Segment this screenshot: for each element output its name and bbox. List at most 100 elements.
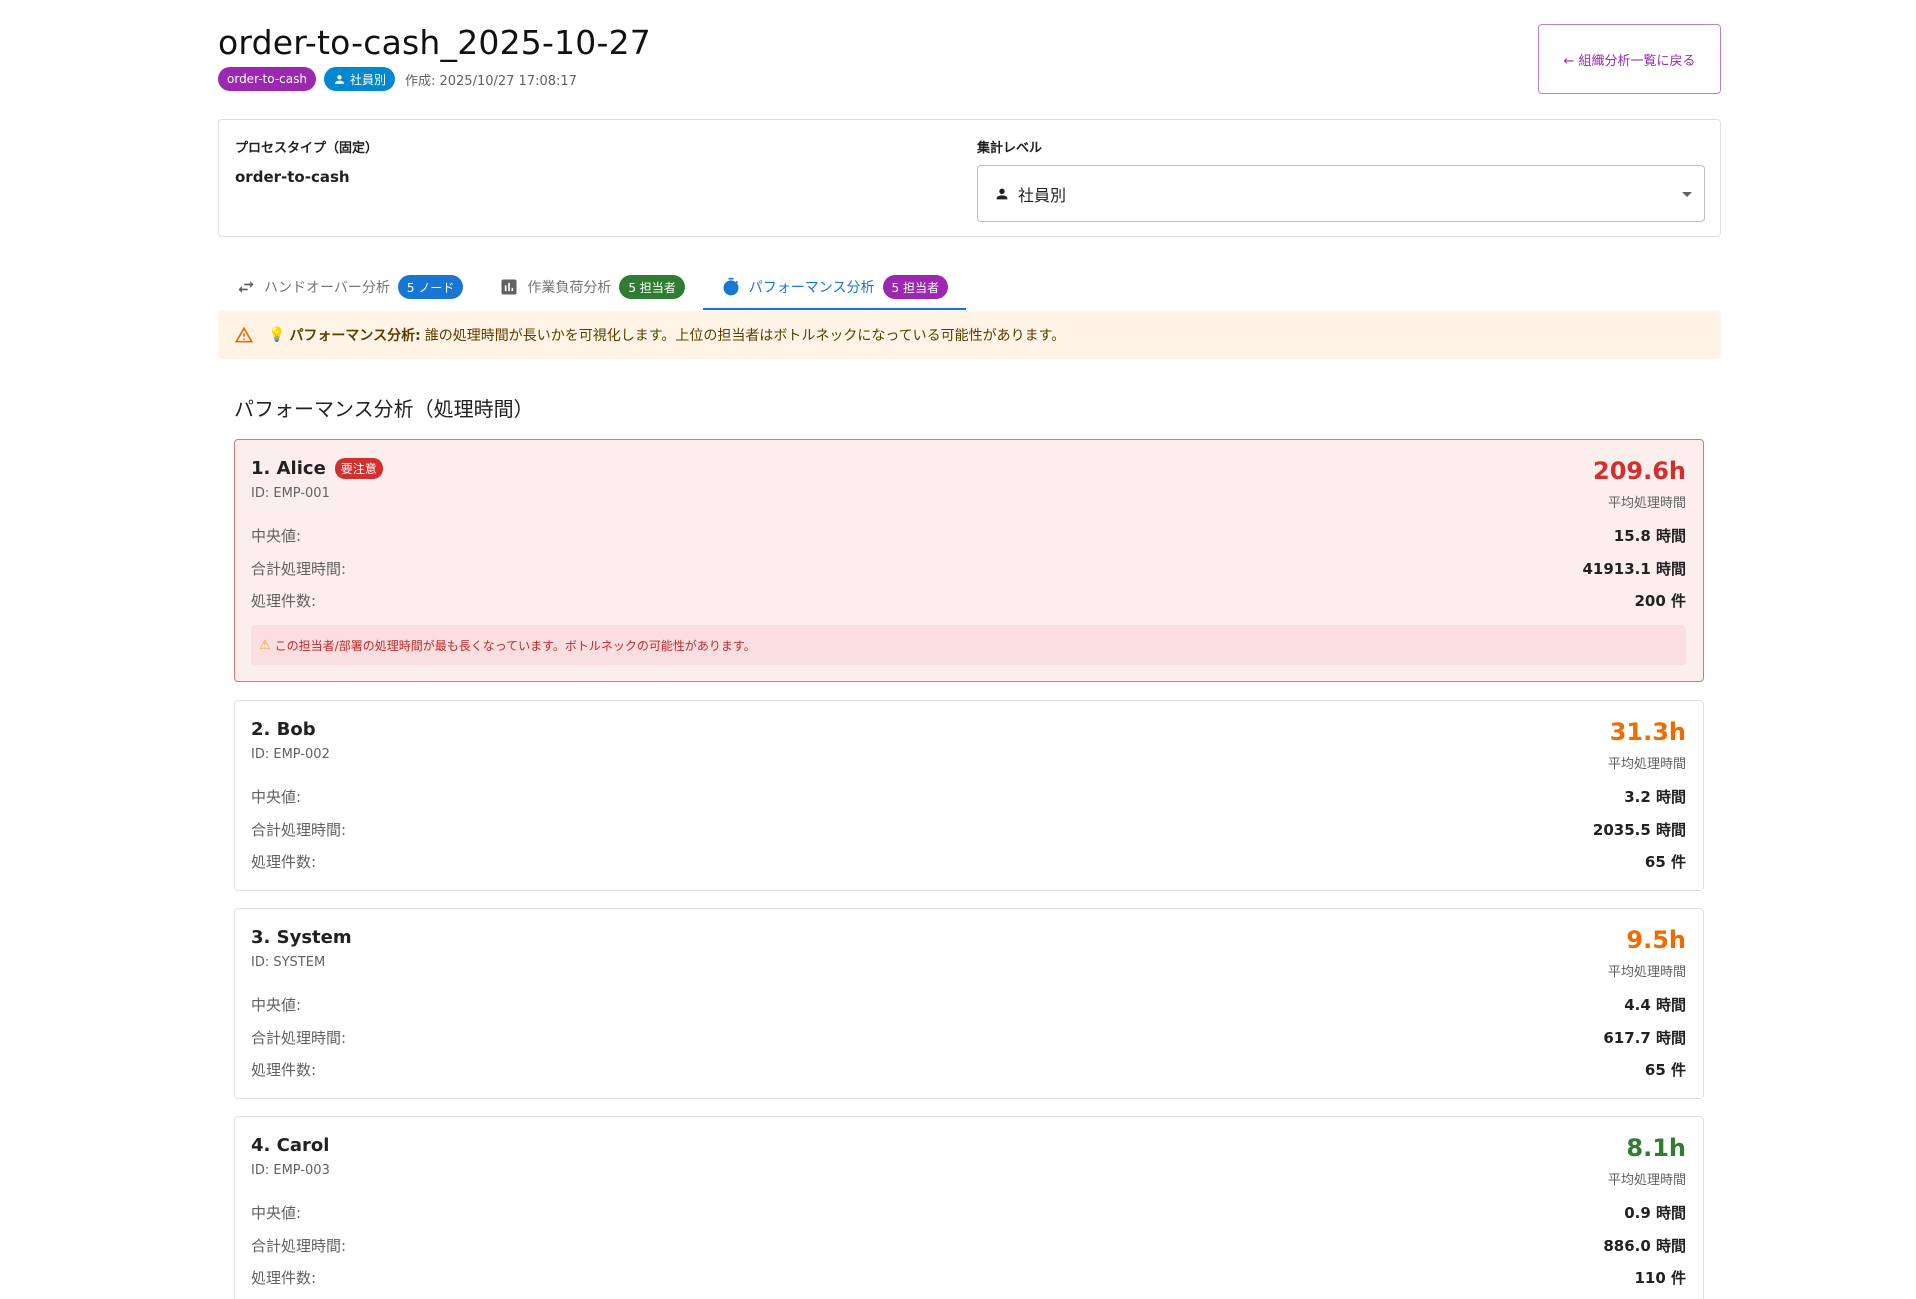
median-label: 中央値: [251,526,302,545]
config-panel: プロセスタイプ（固定） order-to-cash 集計レベル 社員別 [218,119,1721,237]
created-timestamp: 作成: 2025/10/27 17:08:17 [404,73,577,89]
total-row: 合計処理時間: 2035.5 時間 [251,819,1686,839]
process-type-label: プロセスタイプ（固定） [235,141,379,156]
aggregation-level-select[interactable]: 社員別 [977,165,1705,222]
total-value: 2035.5 時間 [1592,820,1686,839]
total-label: 合計処理時間: [251,820,347,839]
chevron-down-icon[interactable] [1682,192,1692,197]
tab-workload[interactable]: 作業負荷分析 5 担当者 [481,264,702,310]
performer-name: 3. System [251,927,352,948]
median-label: 中央値: [251,787,302,806]
count-row: 処理件数: 200 件 [251,590,1686,610]
bar-chart-icon [501,279,517,295]
total-label: 合計処理時間: [251,1236,347,1255]
tab-workload-badge: 5 担当者 [619,275,685,299]
median-value: 0.9 時間 [1624,1203,1686,1222]
section-title: パフォーマンス分析（処理時間） [234,397,534,421]
count-label: 処理件数: [251,591,317,610]
tab-handover-label: ハンドオーバー分析 [264,280,390,296]
process-type-value: order-to-cash [235,168,350,186]
info-alert: 💡 パフォーマンス分析: 誰の処理時間が長いかを可視化します。上位の担当者はボト… [218,311,1721,359]
median-value: 4.4 時間 [1624,995,1686,1014]
total-value: 617.7 時間 [1603,1028,1686,1047]
performer-card: 1. Alice 要注意 ID: EMP-001 209.6h 平均処理時間 中… [234,439,1704,682]
alert-text: 誰の処理時間が長いかを可視化します。上位の担当者はボトルネックになっている可能性… [424,328,1066,344]
header-meta: order-to-cash 社員別 作成: 2025/10/27 17:08:1… [218,67,1718,91]
average-time-value: 9.5h [1626,926,1686,954]
performer-id: ID: EMP-001 [251,486,330,501]
performer-name-text: 1. Alice [251,458,326,479]
bottleneck-note: ⚠ この担当者/部署の処理時間が最も長くなっています。ボトルネックの可能性があり… [251,625,1686,665]
back-to-list-button[interactable]: ← 組織分析一覧に戻る [1538,24,1721,94]
median-label: 中央値: [251,1203,302,1222]
tab-performance[interactable]: パフォーマンス分析 5 担当者 [702,264,967,310]
average-time-label: 平均処理時間 [1607,496,1686,511]
lightbulb-icon: 💡 [268,327,286,343]
count-value: 110 件 [1634,1268,1686,1287]
performer-card: 3. System ID: SYSTEM 9.5h 平均処理時間 中央値: 4.… [234,908,1704,1099]
tab-performance-badge: 5 担当者 [882,275,948,299]
count-row: 処理件数: 110 件 [251,1267,1686,1287]
performer-name-text: 2. Bob [251,719,316,740]
tab-handover-badge: 5 ノード [397,275,464,299]
performer-id: ID: EMP-002 [251,747,330,762]
performer-name: 4. Carol [251,1135,329,1156]
tab-performance-label: パフォーマンス分析 [748,280,875,296]
tab-workload-label: 作業負荷分析 [527,280,612,296]
median-row: 中央値: 15.8 時間 [251,525,1686,545]
timer-icon [723,277,739,296]
average-time-value: 8.1h [1626,1134,1686,1162]
count-label: 処理件数: [251,1268,317,1287]
performer-card: 4. Carol ID: EMP-003 8.1h 平均処理時間 中央値: 0.… [234,1116,1704,1299]
count-value: 65 件 [1644,852,1686,871]
median-row: 中央値: 4.4 時間 [251,994,1686,1014]
count-row: 処理件数: 65 件 [251,851,1686,871]
attention-badge: 要注意 [334,458,383,479]
person-icon [996,188,1008,199]
median-label: 中央値: [251,995,302,1014]
performer-name-text: 4. Carol [251,1135,330,1156]
aggregation-level-value: 社員別 [1018,185,1067,205]
total-row: 合計処理時間: 886.0 時間 [251,1235,1686,1255]
aggregation-level-field: 集計レベル 社員別 [977,137,1705,222]
performer-card: 2. Bob ID: EMP-002 31.3h 平均処理時間 中央値: 3.2… [234,700,1704,891]
count-row: 処理件数: 65 件 [251,1059,1686,1079]
total-row: 合計処理時間: 41913.1 時間 [251,558,1686,578]
total-row: 合計処理時間: 617.7 時間 [251,1027,1686,1047]
warning-icon [234,326,254,343]
tab-handover[interactable]: ハンドオーバー分析 5 ノード [218,264,481,310]
bottleneck-note-text: この担当者/部署の処理時間が最も長くなっています。ボトルネックの可能性があります… [274,638,756,653]
performer-name: 1. Alice 要注意 [251,458,383,479]
average-time-label: 平均処理時間 [1607,1173,1686,1188]
total-value: 41913.1 時間 [1582,559,1686,578]
count-label: 処理件数: [251,852,317,871]
average-time-label: 平均処理時間 [1607,965,1686,980]
median-row: 中央値: 3.2 時間 [251,786,1686,806]
performer-name: 2. Bob [251,719,316,740]
average-time-label: 平均処理時間 [1607,757,1686,772]
total-label: 合計処理時間: [251,1028,347,1047]
level-chip-label: 社員別 [349,72,386,87]
person-icon [335,74,344,84]
median-value: 3.2 時間 [1624,787,1686,806]
total-label: 合計処理時間: [251,559,347,578]
alert-title: パフォーマンス分析: [289,328,421,344]
total-value: 886.0 時間 [1603,1236,1686,1255]
page-header: order-to-cash_2025-10-27 order-to-cash 社… [218,20,1718,100]
average-time-value: 209.6h [1593,457,1686,485]
warning-icon: ⚠ [259,637,271,653]
performer-name-text: 3. System [251,927,352,948]
performer-id: ID: EMP-003 [251,1163,330,1178]
swap-icon [238,281,254,293]
analysis-tabs: ハンドオーバー分析 5 ノード 作業負荷分析 5 担当者 パフォーマンス分析 5… [218,264,1721,310]
level-chip: 社員別 [323,67,395,91]
process-type-field: プロセスタイプ（固定） order-to-cash [235,137,935,186]
page-title: order-to-cash_2025-10-27 [218,23,651,62]
median-value: 15.8 時間 [1613,526,1686,545]
average-time-value: 31.3h [1609,718,1686,746]
performer-id: ID: SYSTEM [251,955,326,970]
process-chip: order-to-cash [218,67,316,91]
count-value: 200 件 [1634,591,1686,610]
median-row: 中央値: 0.9 時間 [251,1202,1686,1222]
aggregation-level-label: 集計レベル [977,141,1043,156]
